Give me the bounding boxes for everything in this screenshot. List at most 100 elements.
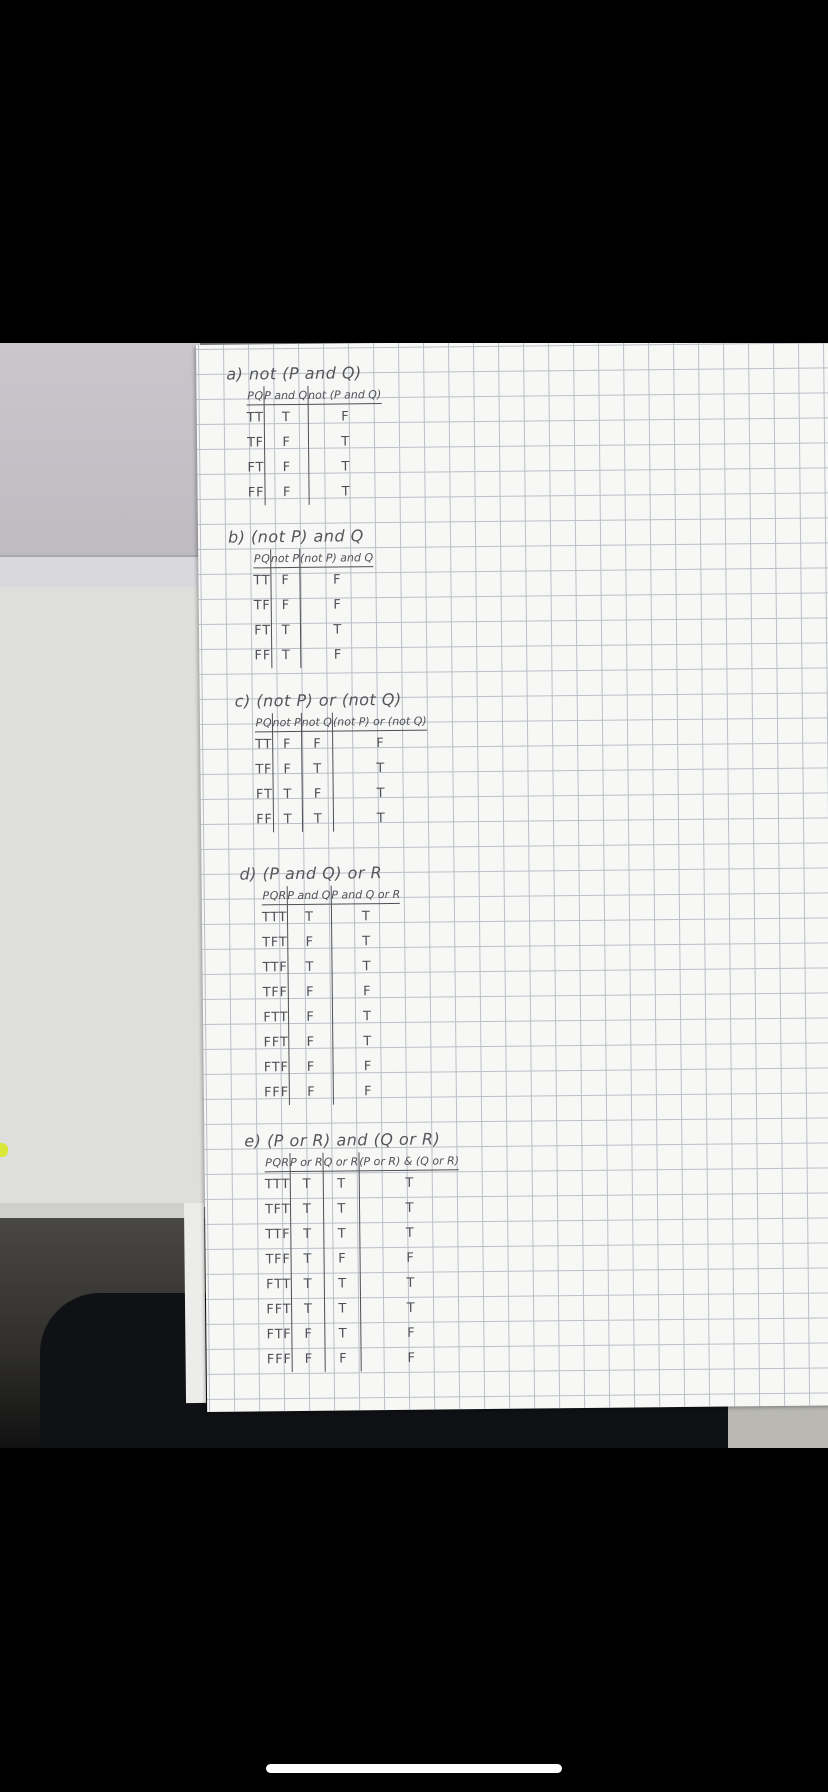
table-cell: F [291,1346,326,1373]
table-cell: T [405,1175,414,1191]
table-cell: F [291,1321,326,1348]
desk-surface [0,343,200,563]
table-cell: F [333,647,342,663]
table-cell: F [263,1010,271,1026]
table-cell: T [341,434,350,450]
header-cell: P [261,886,270,905]
table-cell: F [301,781,334,807]
table-cell: T [261,910,271,926]
table-cell: T [405,1225,414,1241]
table-row: TTTTTT [265,1170,460,1198]
table-cell: F [247,485,256,501]
table-cell: T [363,1034,372,1050]
table-cell: T [282,1272,292,1298]
table-cell: T [262,960,271,976]
table-cell: T [290,1246,325,1273]
table-row: FTTFT [263,1004,402,1031]
header-cell: P and Q [263,385,308,405]
table-row: TFFTFF [265,1245,460,1273]
home-indicator[interactable] [266,1764,562,1773]
table-cell: T [281,1197,291,1223]
table-cell: T [376,811,385,827]
table-cell: T [273,1227,282,1243]
table-cell: T [323,1196,360,1222]
table-cell: F [288,1079,334,1106]
table-cell: F [283,1347,292,1373]
table-cell: T [376,786,385,802]
table-cell: F [266,1327,275,1343]
table-cell: T [324,1296,361,1322]
header-cell: P [246,386,255,405]
table-cell: F [280,1080,290,1106]
table-cell: T [405,1200,414,1216]
table-cell: F [325,1346,361,1372]
table-cell: T [302,806,334,832]
table-cell: T [290,1271,325,1298]
table-cell: T [324,1321,361,1347]
table-header-row: P Q P and Q not (P and Q) [246,385,382,405]
table-cell: F [264,429,309,456]
table-cell: F [274,1252,282,1268]
table-cell: T [324,1271,361,1297]
table-cell: F [287,979,332,1006]
truth-table: P Q P and Q not (P and Q) TTTF TFFT FTFT… [246,385,382,506]
table-cell: F [363,1059,372,1075]
table-cell: T [376,761,385,777]
table-cell: T [301,756,334,782]
table-cell: F [324,1246,360,1272]
table-cell: F [262,643,272,669]
header-cell: not (P and Q) [307,385,382,405]
table-row: TFFF [254,592,374,619]
truth-table: P Q not P not Q (not P) or (not Q) TTFFF… [254,711,428,833]
header-cell: P and Q or R [330,884,401,905]
table-cell: T [271,1010,280,1026]
table-cell: F [279,980,288,1006]
table-cell: F [271,1035,280,1051]
table-cell: F [270,935,279,951]
problem-title: a) not (P and Q) [226,363,362,384]
table-row: FTFFF [263,1054,402,1081]
table-cell: T [270,910,279,926]
table-cell: T [270,617,301,644]
table-row: TFFTT [255,756,427,783]
table-cell: T [282,1297,292,1323]
table-cell: T [263,731,273,758]
table-cell: F [263,1035,272,1051]
table-row: FFTTT [256,806,428,833]
table-cell: F [287,929,332,956]
paper-stack-edge [183,1202,207,1404]
table-cell: T [271,642,301,669]
table-row: TTFF [253,567,373,594]
truth-table: P Q R P or R Q or R (P or R) & (Q or R) … [264,1151,461,1373]
table-cell: T [255,762,264,778]
table-cell: T [273,1177,282,1193]
header-cell: Q [262,713,273,732]
table-cell: F [256,812,264,828]
table-row: FFTFT [263,1029,402,1056]
problem-title: b) (not P) and Q [227,526,364,547]
header-cell: P [253,549,262,568]
header-cell: Q [272,1153,282,1172]
table-row: TTFFF [255,730,427,758]
table-cell: F [272,731,302,758]
header-cell: Q [261,549,271,568]
table-cell: F [270,592,301,619]
table-cell: T [261,567,271,594]
table-cell: F [288,1054,333,1081]
table-cell: F [274,1302,283,1318]
table-row: TFTFT [262,929,401,956]
table-cell: T [279,1030,289,1056]
table-cell: T [253,573,262,589]
table-cell: F [264,479,309,506]
header-cell: (not P) or (not Q) [332,711,427,732]
table-cell: F [247,460,256,476]
table-cell: T [265,1252,274,1268]
table-cell: F [263,1060,272,1076]
table-cell: T [362,959,371,975]
table-cell: T [262,935,271,951]
table-cell: F [263,807,274,833]
table-cell: F [333,597,341,613]
table-cell: F [254,623,262,639]
problem-title: d) (P and Q) or R [239,863,383,884]
header-cell: R [278,886,287,905]
